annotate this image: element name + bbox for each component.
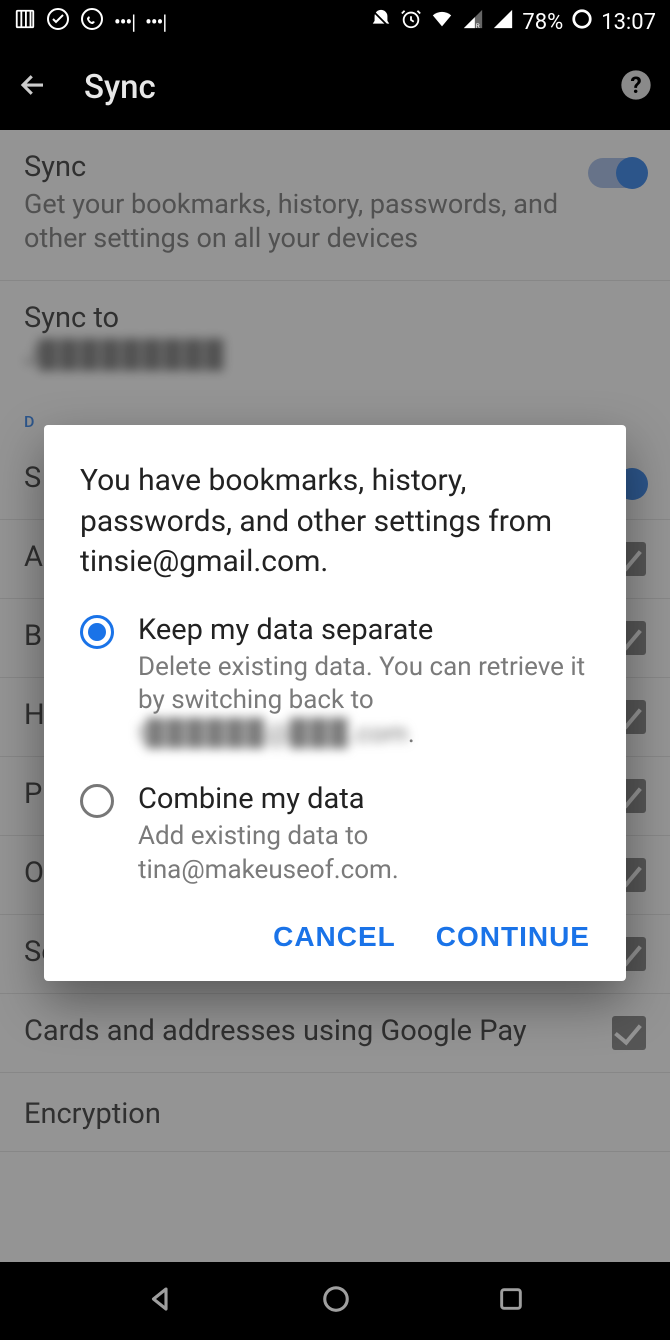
option-title: Keep my data separate xyxy=(138,613,590,647)
radio-unselected[interactable] xyxy=(80,784,114,818)
status-bar: R 78% 13:07 xyxy=(0,0,670,44)
battery-circle-icon xyxy=(571,8,593,36)
sync-data-dialog: You have bookmarks, history, passwords, … xyxy=(44,425,626,981)
svg-text:R: R xyxy=(476,22,480,30)
option-desc: Add existing data to tina@makeuseof.com. xyxy=(138,820,590,888)
dialog-message: You have bookmarks, history, passwords, … xyxy=(80,461,590,583)
battery-percent: 78% xyxy=(522,10,563,35)
nav-back-icon[interactable] xyxy=(146,1284,176,1318)
wifi-icon xyxy=(430,8,454,36)
signal-nodata-icon: R xyxy=(462,8,484,36)
option-title: Combine my data xyxy=(138,782,590,816)
card-icon xyxy=(14,8,36,36)
back-icon[interactable] xyxy=(18,70,48,104)
cancel-button[interactable]: CANCEL xyxy=(273,921,396,953)
notification-overflow-icon xyxy=(114,10,135,35)
help-icon[interactable]: ? xyxy=(620,69,652,105)
option-combine[interactable]: Combine my data Add existing data to tin… xyxy=(80,782,590,888)
page-title: Sync xyxy=(84,68,156,107)
continue-button[interactable]: CONTINUE xyxy=(436,921,590,953)
signal-icon xyxy=(492,8,514,36)
whatsapp-icon xyxy=(80,7,104,37)
nav-bar xyxy=(0,1262,670,1340)
notification-overflow-icon xyxy=(145,10,166,35)
alarm-icon xyxy=(400,8,422,36)
option-desc: Delete existing data. You can retrieve i… xyxy=(138,651,590,752)
option-keep-separate[interactable]: Keep my data separate Delete existing da… xyxy=(80,613,590,752)
svg-text:?: ? xyxy=(630,72,641,99)
app-bar: Sync ? xyxy=(0,44,670,130)
clock-time: 13:07 xyxy=(601,10,656,35)
nav-home-icon[interactable] xyxy=(321,1284,351,1318)
nav-recent-icon[interactable] xyxy=(497,1285,525,1317)
dnd-icon xyxy=(370,8,392,36)
check-circle-icon xyxy=(46,7,70,37)
radio-selected[interactable] xyxy=(80,615,114,649)
